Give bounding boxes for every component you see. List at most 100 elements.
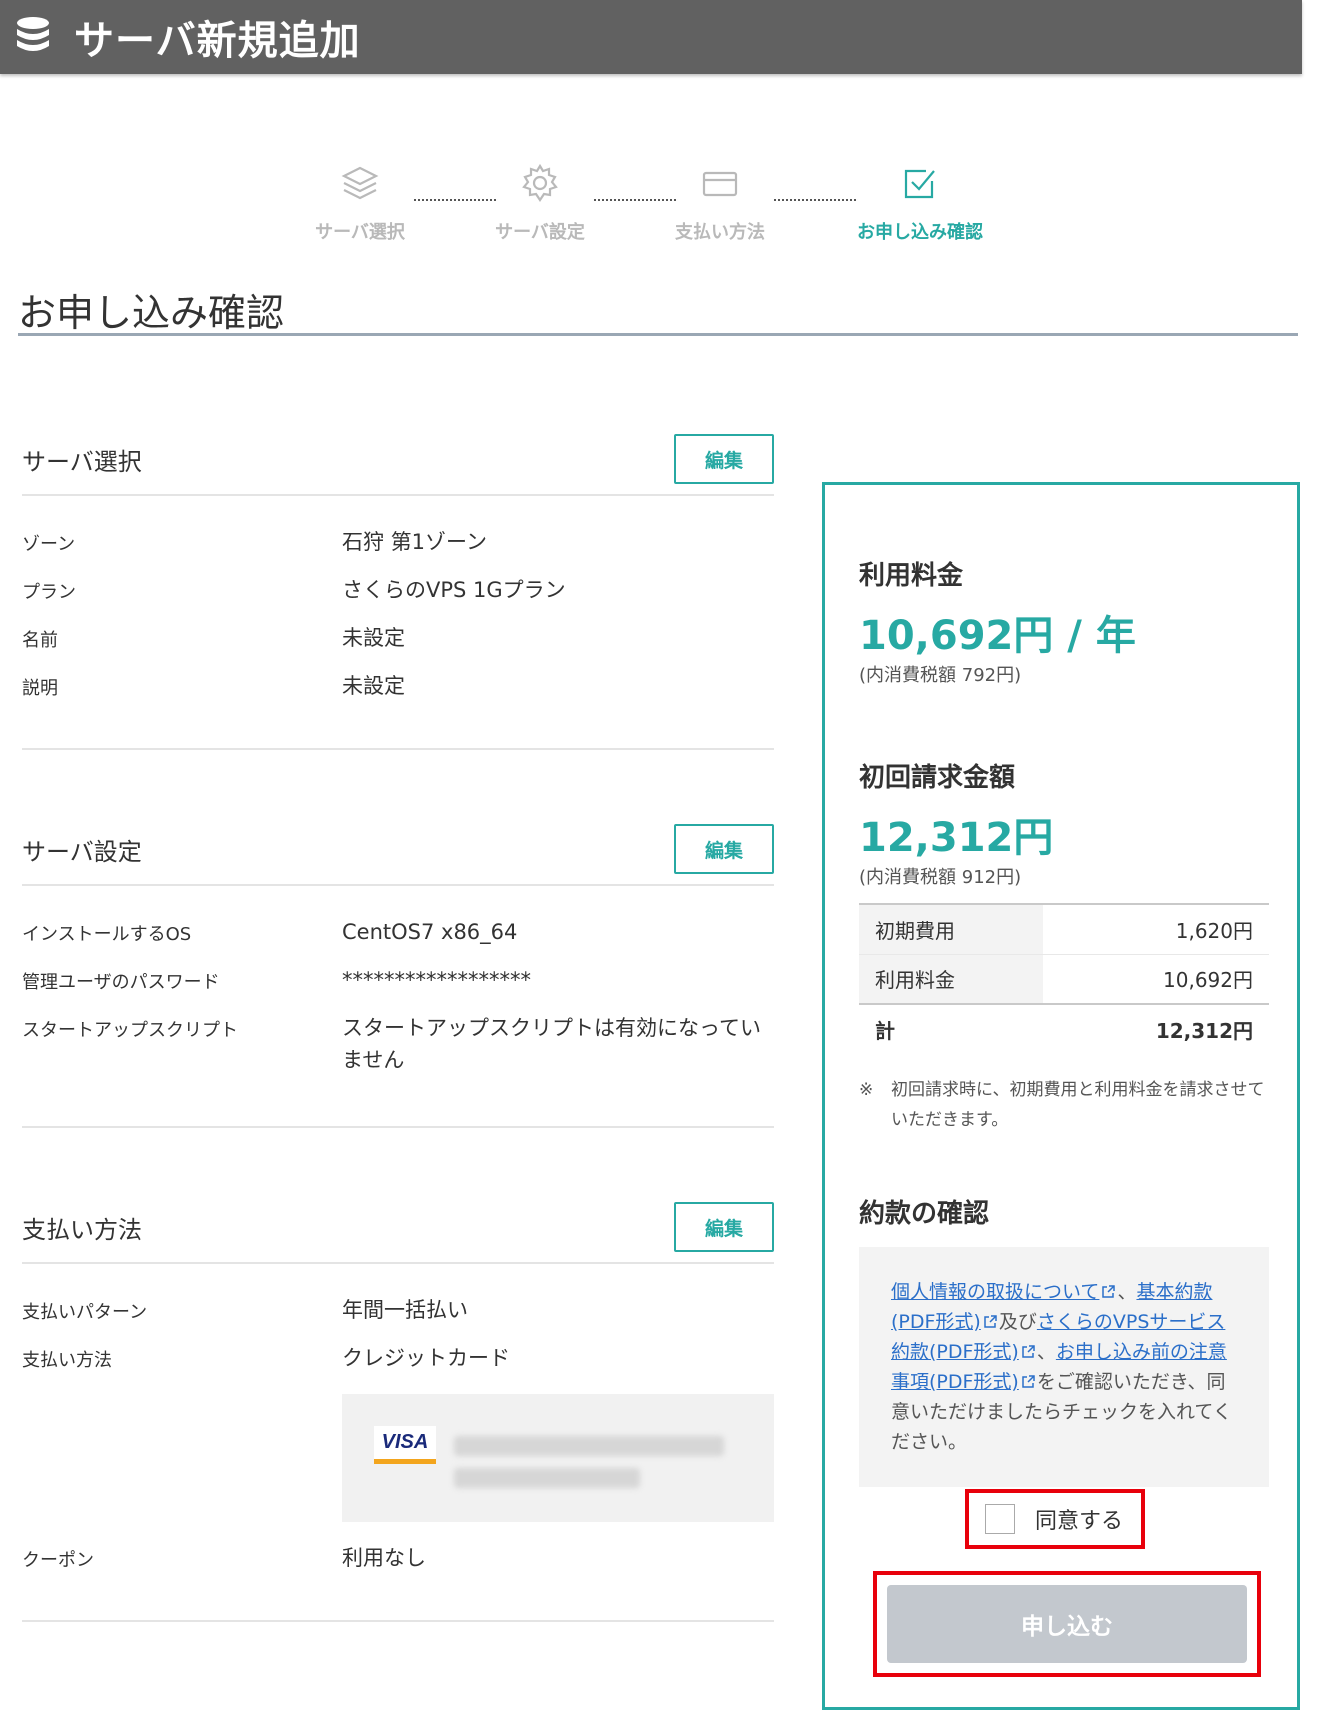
bill-breakdown: 初期費用 1,620円 利用料金 10,692円 計 12,312円 — [859, 903, 1269, 1054]
detail-value: 利用なし — [342, 1546, 426, 1570]
step-payment: 支払い方法 — [660, 158, 780, 244]
edit-server-settings-button[interactable]: 編集 — [674, 824, 774, 874]
usage-fee-amount: 10,692円 / 年 — [859, 613, 1136, 659]
detail-key: インストールするOS — [22, 924, 192, 945]
external-link-icon — [984, 1315, 997, 1328]
bill-value: 10,692円 — [1043, 953, 1269, 1005]
detail-key: 説明 — [22, 678, 58, 699]
detail-row: クーポン 利用なし — [22, 1542, 774, 1590]
order-summary-panel: 利用料金 10,692円 / 年 (内消費税額 792円) 初回請求金額 12,… — [822, 482, 1300, 1710]
privacy-policy-link[interactable]: 個人情報の取扱について — [891, 1281, 1099, 1303]
redacted-card-number — [454, 1436, 724, 1456]
step-label: サーバ設定 — [495, 222, 585, 243]
checkbox-icon — [845, 158, 995, 208]
visa-logo: VISA — [374, 1426, 436, 1464]
detail-row: ゾーン 石狩 第1ゾーン — [22, 526, 774, 574]
table-row: 初期費用 1,620円 — [859, 903, 1269, 954]
terms-separator: 、 — [1036, 1341, 1056, 1363]
payment-details: 支払いパターン 年間一括払い 支払い方法 クレジットカード VISA クーポン … — [22, 1264, 774, 1622]
billing-note: ※ 初回請求時に、初期費用と利用料金を請求させていただきます。 — [859, 1075, 1269, 1135]
credit-card-icon — [660, 158, 780, 208]
detail-row: 名前 未設定 — [22, 622, 774, 670]
bill-key: 初期費用 — [859, 903, 1043, 954]
database-icon — [14, 15, 52, 59]
terms-separator: 及び — [998, 1311, 1037, 1333]
detail-value: ****************** — [342, 968, 531, 992]
step-confirm: お申し込み確認 — [845, 158, 995, 244]
title-divider — [18, 333, 1298, 336]
step-server-settings: サーバ設定 — [480, 158, 600, 244]
detail-key: 管理ユーザのパスワード — [22, 972, 220, 993]
detail-key: 支払い方法 — [22, 1350, 112, 1371]
agree-label[interactable]: 同意する — [1035, 1503, 1123, 1535]
detail-row: 支払い方法 クレジットカード — [22, 1342, 774, 1390]
order-details: サーバ選択 編集 ゾーン 石狩 第1ゾーン プラン さくらのVPS 1Gプラン … — [22, 420, 774, 1622]
edit-payment-button[interactable]: 編集 — [674, 1202, 774, 1252]
terms-separator: 、 — [1117, 1281, 1137, 1303]
bill-key: 利用料金 — [859, 953, 1043, 1005]
detail-key: プラン — [22, 582, 76, 603]
section-header-server-settings: サーバ設定 編集 — [22, 810, 774, 886]
redacted-card-holder — [454, 1468, 640, 1488]
credit-card-info: VISA — [342, 1394, 774, 1522]
detail-value: 年間一括払い — [342, 1298, 468, 1322]
step-server-select: サーバ選択 — [300, 158, 420, 244]
edit-server-select-button[interactable]: 編集 — [674, 434, 774, 484]
bill-total-key: 計 — [859, 1004, 1043, 1054]
step-label: お申し込み確認 — [857, 222, 983, 243]
bill-total-value: 12,312円 — [1043, 1004, 1269, 1054]
step-label: サーバ選択 — [315, 222, 405, 243]
title-bar: サーバ新規追加 — [0, 0, 1302, 74]
submit-highlight: 申し込む — [873, 1571, 1261, 1677]
note-mark: ※ — [859, 1080, 874, 1100]
submit-button[interactable]: 申し込む — [887, 1585, 1247, 1663]
progress-stepper: サーバ選択 サーバ設定 支払い方法 お申し込み確認 — [300, 158, 1020, 248]
section-heading: 支払い方法 — [22, 1216, 142, 1244]
agree-checkbox[interactable] — [985, 1504, 1015, 1534]
first-bill-heading: 初回請求金額 — [859, 763, 1016, 793]
page-title: お申し込み確認 — [18, 291, 285, 335]
detail-value: スタートアップスクリプトは有効になっていません — [342, 1016, 761, 1072]
external-link-icon — [1022, 1375, 1035, 1388]
detail-row: 支払いパターン 年間一括払い — [22, 1294, 774, 1342]
detail-key: クーポン — [22, 1550, 94, 1571]
usage-fee-heading: 利用料金 — [859, 561, 964, 591]
server-select-details: ゾーン 石狩 第1ゾーン プラン さくらのVPS 1Gプラン 名前 未設定 説明… — [22, 496, 774, 750]
section-heading: サーバ設定 — [22, 838, 142, 866]
first-bill-tax: (内消費税額 912円) — [859, 867, 1022, 888]
detail-row: プラン さくらのVPS 1Gプラン — [22, 574, 774, 622]
window-title: サーバ新規追加 — [74, 18, 361, 64]
step-connector — [774, 199, 856, 201]
detail-key: 名前 — [22, 630, 58, 651]
detail-value: さくらのVPS 1Gプラン — [342, 578, 566, 602]
detail-value: 未設定 — [342, 626, 405, 650]
terms-box: 個人情報の取扱について 、基本約款(PDF形式) 及びさくらのVPSサービス約款(P… — [859, 1247, 1269, 1487]
detail-value: 未設定 — [342, 674, 405, 698]
gear-icon — [480, 158, 600, 208]
bill-value: 1,620円 — [1043, 903, 1269, 954]
section-header-payment: 支払い方法 編集 — [22, 1188, 774, 1264]
layers-icon — [300, 158, 420, 208]
detail-value: 石狩 第1ゾーン — [342, 530, 487, 554]
first-bill-amount: 12,312円 — [859, 815, 1054, 861]
external-link-icon — [1022, 1345, 1035, 1358]
detail-value: クレジットカード — [342, 1346, 510, 1370]
detail-row: 説明 未設定 — [22, 670, 774, 718]
detail-value: CentOS7 x86_64 — [342, 920, 518, 944]
server-settings-details: インストールするOS CentOS7 x86_64 管理ユーザのパスワード **… — [22, 886, 774, 1128]
note-text: 初回請求時に、初期費用と利用料金を請求させていただきます。 — [891, 1080, 1265, 1130]
detail-row: スタートアップスクリプト スタートアップスクリプトは有効になっていません — [22, 1012, 774, 1096]
bill-table: 初期費用 1,620円 利用料金 10,692円 計 12,312円 — [859, 903, 1269, 1054]
terms-heading: 約款の確認 — [859, 1199, 990, 1229]
agree-highlight: 同意する — [965, 1489, 1145, 1549]
step-label: 支払い方法 — [675, 222, 765, 243]
detail-key: ゾーン — [22, 534, 76, 555]
external-link-icon — [1102, 1285, 1116, 1298]
table-row: 利用料金 10,692円 — [859, 953, 1269, 1005]
section-heading: サーバ選択 — [22, 448, 142, 476]
usage-fee-tax: (内消費税額 792円) — [859, 665, 1022, 686]
detail-key: スタートアップスクリプト — [22, 1020, 238, 1041]
table-row-total: 計 12,312円 — [859, 1004, 1269, 1054]
section-header-server-select: サーバ選択 編集 — [22, 420, 774, 496]
detail-row: 管理ユーザのパスワード ****************** — [22, 964, 774, 1012]
